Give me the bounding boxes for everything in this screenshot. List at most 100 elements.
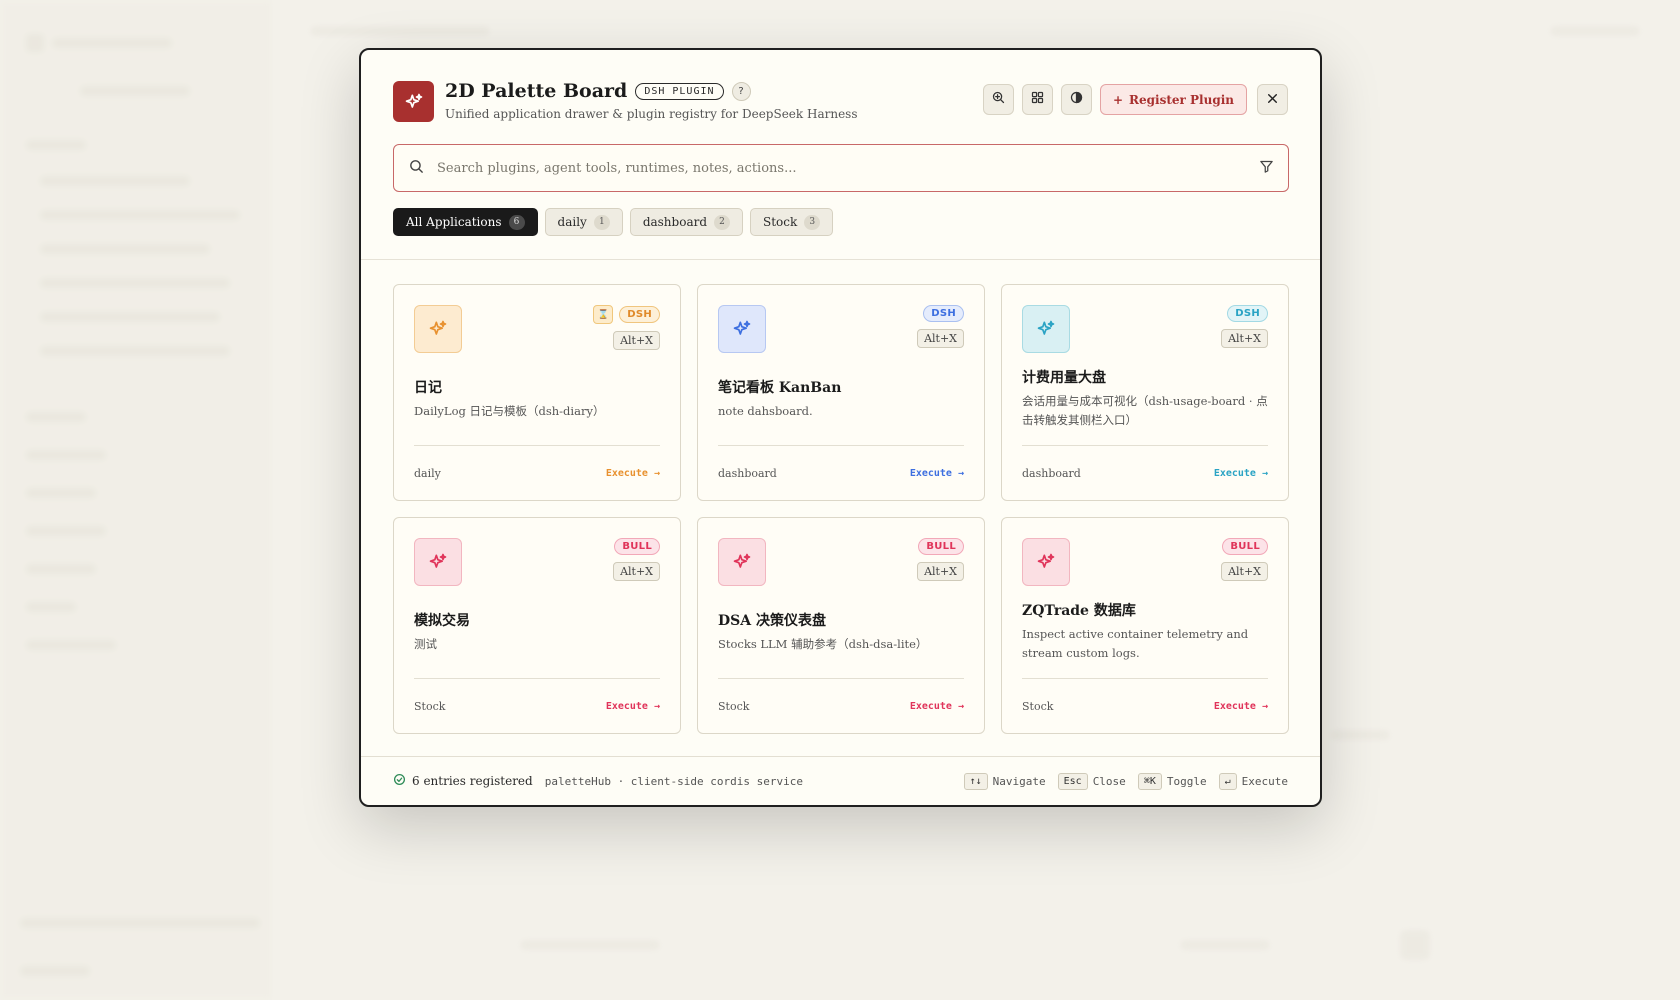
hint-navigate: ↑↓ Navigate	[963, 772, 1046, 790]
shortcut-key: Alt+X	[613, 331, 660, 350]
tab-count: 6	[508, 214, 525, 230]
hint-execute: ↵ Execute	[1218, 772, 1288, 790]
plugin-card-sim-trade[interactable]: BULL Alt+X 模拟交易 测试 Stock Execute →	[393, 517, 681, 734]
tab-count: 2	[714, 214, 731, 230]
card-title: 笔记看板 KanBan	[718, 380, 842, 396]
sparkle-logo-icon	[393, 81, 434, 122]
card-description: note dahsboard.	[718, 404, 813, 418]
page-subtitle: Unified application drawer & plugin regi…	[445, 107, 858, 121]
execute-link[interactable]: Execute →	[910, 701, 964, 712]
shortcut-key: Alt+X	[917, 562, 964, 581]
search-box[interactable]	[393, 144, 1289, 192]
kbd-key: ↵	[1218, 772, 1237, 790]
tab-label: Stock	[763, 215, 798, 229]
execute-link[interactable]: Execute →	[606, 468, 660, 479]
execute-link[interactable]: Execute →	[910, 468, 964, 479]
sparkle-icon	[1022, 305, 1070, 353]
tab-stock[interactable]: Stock 3	[750, 208, 834, 236]
register-plugin-label: Register Plugin	[1129, 92, 1234, 107]
grid-view-button[interactable]	[1021, 84, 1053, 115]
sparkle-icon	[414, 305, 462, 353]
plugin-card-diary[interactable]: ⌛ DSH Alt+X 日记 DailyLog 日记与模板（dsh-diary）…	[393, 284, 681, 501]
page-title: 2D Palette Board	[445, 80, 628, 102]
card-tag: Stock	[414, 699, 446, 713]
search-input[interactable]	[437, 160, 1259, 176]
register-plugin-button[interactable]: + Register Plugin	[1099, 84, 1247, 115]
plugin-card-kanban[interactable]: DSH Alt+X 笔记看板 KanBan note dahsboard. da…	[697, 284, 985, 501]
card-tag: daily	[414, 466, 441, 480]
plugin-grid: ⌛ DSH Alt+X 日记 DailyLog 日记与模板（dsh-diary）…	[393, 284, 1289, 734]
sparkle-icon	[718, 305, 766, 353]
execute-link[interactable]: Execute →	[1214, 468, 1268, 479]
close-button[interactable]	[1257, 84, 1288, 115]
card-tag: Stock	[718, 699, 750, 713]
theme-toggle-button[interactable]	[1060, 84, 1092, 115]
sparkle-icon	[718, 538, 766, 586]
card-description: Inspect active container telemetry and s…	[1022, 627, 1249, 660]
kbd-key: ↑↓	[963, 772, 988, 790]
service-label: paletteHub · client-side cordis service	[544, 774, 803, 788]
kbd-key: Esc	[1057, 772, 1088, 790]
shortcut-key: Alt+X	[1221, 562, 1268, 581]
close-icon	[1266, 90, 1279, 109]
keyboard-hints: ↑↓ Navigate Esc Close ⌘K Toggle ↵ Execut…	[963, 772, 1288, 790]
grid-icon	[1030, 90, 1045, 109]
palette-modal: 2D Palette Board DSH PLUGIN ? Unified ap…	[359, 48, 1322, 807]
plus-icon: +	[1112, 92, 1124, 107]
hint-label: Toggle	[1166, 774, 1207, 788]
card-title: 模拟交易	[414, 613, 470, 629]
tab-label: dashboard	[642, 215, 708, 229]
hourglass-icon: ⌛	[593, 305, 614, 324]
registry-status: 6 entries registered	[393, 773, 533, 789]
plugin-badge: DSH PLUGIN	[635, 82, 724, 100]
contrast-icon	[1069, 90, 1084, 109]
type-badge: BULL	[614, 538, 660, 555]
tab-dashboard[interactable]: dashboard 2	[629, 208, 744, 236]
card-title: DSA 决策仪表盘	[718, 613, 826, 629]
filter-icon[interactable]	[1259, 159, 1274, 178]
type-badge: BULL	[1222, 538, 1268, 555]
card-tag: dashboard	[718, 466, 777, 480]
execute-link[interactable]: Execute →	[1214, 701, 1268, 712]
shortcut-key: Alt+X	[613, 562, 660, 581]
hint-label: Close	[1092, 774, 1126, 788]
category-tabs: All Applications 6 daily 1 dashboard 2 S…	[393, 208, 834, 236]
modal-footer: 6 entries registered paletteHub · client…	[361, 756, 1320, 805]
card-title: 计费用量大盘	[1022, 370, 1106, 386]
zoom-button[interactable]	[982, 84, 1014, 115]
card-description: DailyLog 日记与模板（dsh-diary）	[414, 404, 605, 418]
tab-count: 1	[593, 214, 610, 230]
shortcut-key: Alt+X	[1221, 329, 1268, 348]
hint-label: Execute	[1241, 774, 1288, 788]
card-description: Stocks LLM 辅助参考（dsh-dsa-lite）	[718, 637, 928, 651]
execute-link[interactable]: Execute →	[606, 701, 660, 712]
card-tag: dashboard	[1022, 466, 1081, 480]
plugin-card-dsa-dashboard[interactable]: BULL Alt+X DSA 决策仪表盘 Stocks LLM 辅助参考（dsh…	[697, 517, 985, 734]
shortcut-key: Alt+X	[917, 329, 964, 348]
kbd-key: ⌘K	[1137, 772, 1162, 790]
plugin-card-zqtrade-db[interactable]: BULL Alt+X ZQTrade 数据库 Inspect active co…	[1001, 517, 1289, 734]
sparkle-icon	[1022, 538, 1070, 586]
search-icon	[408, 158, 425, 179]
tab-all-applications[interactable]: All Applications 6	[393, 208, 538, 236]
card-description: 测试	[414, 637, 437, 651]
hint-toggle: ⌘K Toggle	[1137, 772, 1207, 790]
tab-label: daily	[557, 215, 587, 229]
modal-header: 2D Palette Board DSH PLUGIN ? Unified ap…	[361, 50, 1320, 260]
check-circle-icon	[393, 773, 406, 789]
card-description: 会话用量与成本可视化（dsh-usage-board · 点击转触发其侧栏入口）	[1022, 394, 1268, 427]
type-badge: DSH	[619, 306, 660, 323]
plugin-card-usage-board[interactable]: DSH Alt+X 计费用量大盘 会话用量与成本可视化（dsh-usage-bo…	[1001, 284, 1289, 501]
card-title: 日记	[414, 380, 442, 396]
type-badge: DSH	[1227, 305, 1268, 322]
hint-close: Esc Close	[1057, 772, 1126, 790]
card-title: ZQTrade 数据库	[1022, 603, 1136, 619]
hint-label: Navigate	[992, 774, 1046, 788]
type-badge: DSH	[923, 305, 964, 322]
tab-daily[interactable]: daily 1	[544, 208, 623, 236]
help-button[interactable]: ?	[731, 81, 751, 101]
zoom-in-icon	[991, 90, 1006, 109]
card-tag: Stock	[1022, 699, 1054, 713]
tab-label: All Applications	[406, 215, 502, 229]
sparkle-icon	[414, 538, 462, 586]
